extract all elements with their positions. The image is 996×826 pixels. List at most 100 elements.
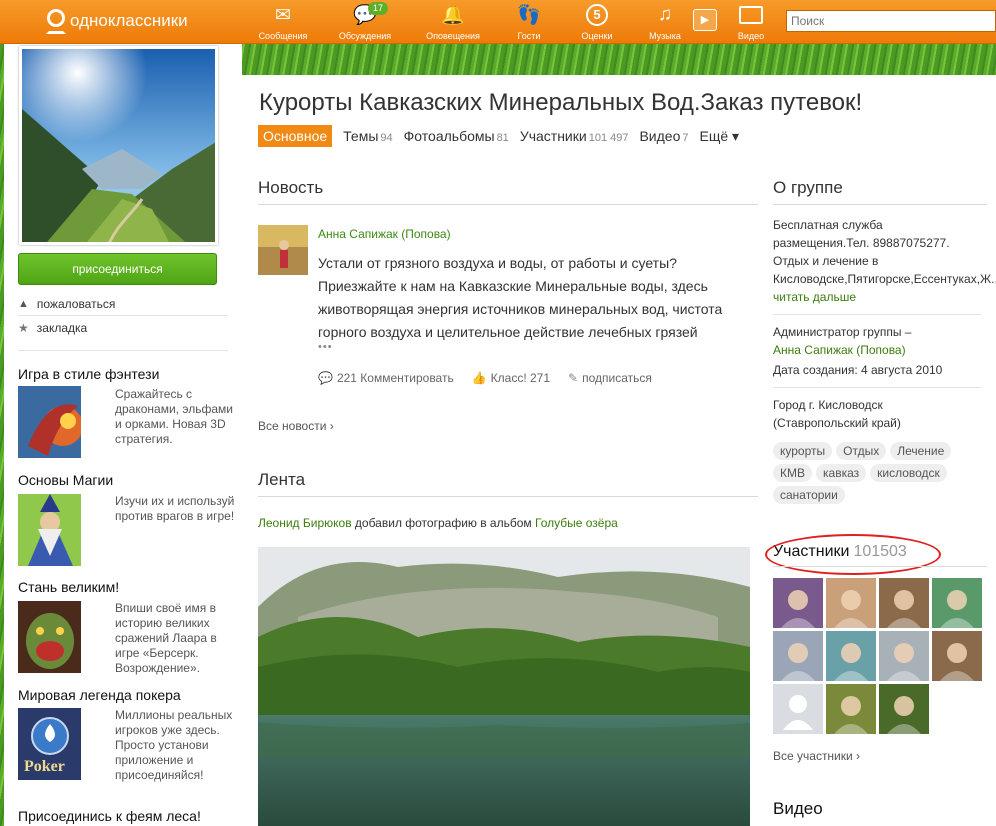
nav-ratings[interactable]: 5 Оценки xyxy=(566,2,628,42)
member-avatar[interactable] xyxy=(932,631,982,681)
nav-notifications[interactable]: 🔔 Оповещения xyxy=(422,2,484,42)
news-heading: Новость xyxy=(258,178,758,205)
comment-button[interactable]: 💬 221 Комментировать xyxy=(318,371,454,385)
admin-link[interactable]: Анна Сапижак (Попова) xyxy=(773,343,906,357)
members-grid xyxy=(773,578,987,734)
feed-action-text: добавил фотографию в альбом xyxy=(351,516,535,530)
tab-video[interactable]: Видео 7 xyxy=(639,128,688,144)
main-content: Курорты Кавказских Минеральных Вод.Заказ… xyxy=(242,75,996,826)
warning-icon: ▲ xyxy=(18,298,29,310)
rating-icon: 5 xyxy=(566,2,628,28)
nav-video-label: Видео xyxy=(737,31,765,41)
search-input[interactable] xyxy=(786,10,996,32)
music-icon: ♫ xyxy=(657,4,673,25)
all-news-link[interactable]: Все новости › xyxy=(258,419,334,433)
feed-album-link[interactable]: Голубые озёра xyxy=(535,516,618,530)
nav-video[interactable]: Видео xyxy=(720,2,782,42)
nav-guests[interactable]: 👣 Гости xyxy=(498,2,560,42)
promo-title[interactable]: Игра в стиле фэнтези xyxy=(18,366,159,382)
music-play-icon[interactable]: ▶ xyxy=(693,9,717,31)
logo[interactable]: одноклассники xyxy=(44,9,188,34)
group-avatar[interactable] xyxy=(19,46,218,245)
promo-title[interactable]: Основы Магии xyxy=(18,472,113,488)
divider xyxy=(18,350,228,351)
video-heading: Видео xyxy=(773,799,823,818)
discussions-badge: 17 xyxy=(368,2,389,15)
post-text: Устали от грязного воздуха и воды, от ра… xyxy=(318,255,723,340)
tab-topics[interactable]: Темы 94 xyxy=(343,128,393,144)
ok-logo-icon xyxy=(44,9,66,34)
tag[interactable]: кавказ xyxy=(816,464,867,482)
divider xyxy=(773,387,981,388)
video-icon xyxy=(720,2,782,28)
promo-title[interactable]: Стань великим! xyxy=(18,579,119,595)
group-tabs: Основное Темы 94 Фотоальбомы 81 Участники 1… xyxy=(258,125,750,147)
nav-music[interactable]: ♫ Музыка xyxy=(634,2,696,42)
member-avatar[interactable] xyxy=(826,684,876,734)
subscribe-icon: ✎ xyxy=(568,371,579,385)
tag-list: курорты Отдых Лечение КМВ кавказ кислово… xyxy=(773,442,981,504)
feed-item-header: Леонид Бирюков добавил фотографию в альб… xyxy=(258,516,618,530)
promo-dragon-image[interactable] xyxy=(18,386,81,458)
divider xyxy=(18,315,228,316)
envelope-icon: ✉ xyxy=(275,4,291,26)
left-sidebar: присоединиться ▲ пожаловаться ★ закладка… xyxy=(4,44,242,826)
feed-heading: Лента xyxy=(258,470,758,497)
nav-music-label: Музыка xyxy=(649,31,681,41)
tab-main[interactable]: Основное xyxy=(258,125,333,147)
member-avatar[interactable] xyxy=(826,578,876,628)
all-members-link[interactable]: Все участники › xyxy=(773,749,860,763)
subscribe-button[interactable]: ✎ подписаться xyxy=(568,371,652,385)
highlight-oval xyxy=(765,534,941,575)
member-avatar[interactable] xyxy=(879,631,929,681)
promo-title[interactable]: Мировая легенда покера xyxy=(18,687,181,703)
member-avatar[interactable] xyxy=(773,684,823,734)
star-icon: ★ xyxy=(18,321,29,335)
bell-icon: 🔔 xyxy=(441,5,465,26)
promo-wizard-image[interactable] xyxy=(18,494,81,566)
promo-poker-image[interactable]: Poker xyxy=(18,708,81,780)
feed-photo[interactable] xyxy=(258,547,750,826)
about-section: Бесплатная служба размещения.Тел. 898870… xyxy=(773,216,996,432)
show-more-button[interactable]: ••• xyxy=(318,341,333,353)
tag[interactable]: Лечение xyxy=(890,442,952,460)
tag[interactable]: курорты xyxy=(773,442,833,460)
tag[interactable]: Отдых xyxy=(836,442,887,460)
bookmark-link[interactable]: ★ закладка xyxy=(18,321,87,335)
promo-text: Сражайтесь с драконами, эльфами и орками… xyxy=(115,387,233,446)
complain-link[interactable]: ▲ пожаловаться xyxy=(18,297,115,311)
bookmark-label: закладка xyxy=(36,321,88,335)
author-avatar[interactable] xyxy=(258,225,308,275)
post-actions: 💬 221 Комментировать 👍 Класс! 271 ✎ подписа… xyxy=(318,371,652,385)
nav-discussions-label: Обсуждения xyxy=(338,31,392,41)
member-avatar[interactable] xyxy=(879,578,929,628)
feed-user-link[interactable]: Леонид Бирюков xyxy=(258,516,352,530)
promo-text: Изучи их и используй против врагов в игр… xyxy=(115,494,235,523)
complain-label: пожаловаться xyxy=(36,297,116,311)
promo-title[interactable]: Присоединись к феям леса! xyxy=(18,808,201,824)
tag[interactable]: санатории xyxy=(773,486,845,504)
nav-messages[interactable]: ✉ Сообщения xyxy=(252,2,314,42)
read-more-link[interactable]: читать дальше xyxy=(773,290,856,304)
tag[interactable]: КМВ xyxy=(773,464,812,482)
promo-text: Миллионы реальных игроков уже здесь. Про… xyxy=(115,708,233,782)
member-avatar[interactable] xyxy=(932,578,982,628)
tab-more[interactable]: Ещё ▾ xyxy=(700,128,740,145)
top-bar: одноклассники ✉ Сообщения 💬 17 Обсуждени… xyxy=(0,0,996,44)
member-avatar[interactable] xyxy=(773,631,823,681)
member-avatar[interactable] xyxy=(773,578,823,628)
tab-members[interactable]: Участники 101 497 xyxy=(520,128,629,144)
promo-orc-image[interactable] xyxy=(18,601,81,673)
tag[interactable]: кисловодск xyxy=(870,464,947,482)
created-date: Дата создания: 4 августа 2010 xyxy=(773,363,943,377)
nav-ratings-label: Оценки xyxy=(581,31,613,41)
member-avatar[interactable] xyxy=(879,684,929,734)
nav-notifications-label: Оповещения xyxy=(426,31,480,41)
about-description: Бесплатная служба размещения.Тел. 898870… xyxy=(773,218,996,286)
member-avatar[interactable] xyxy=(826,631,876,681)
like-button[interactable]: 👍 Класс! 271 xyxy=(472,371,550,385)
nav-discussions[interactable]: 💬 17 Обсуждения xyxy=(334,2,396,42)
tab-photos[interactable]: Фотоальбомы 81 xyxy=(404,128,509,144)
join-button[interactable]: присоединиться xyxy=(18,253,217,285)
post-author-link[interactable]: Анна Сапижак (Попова) xyxy=(318,227,451,241)
